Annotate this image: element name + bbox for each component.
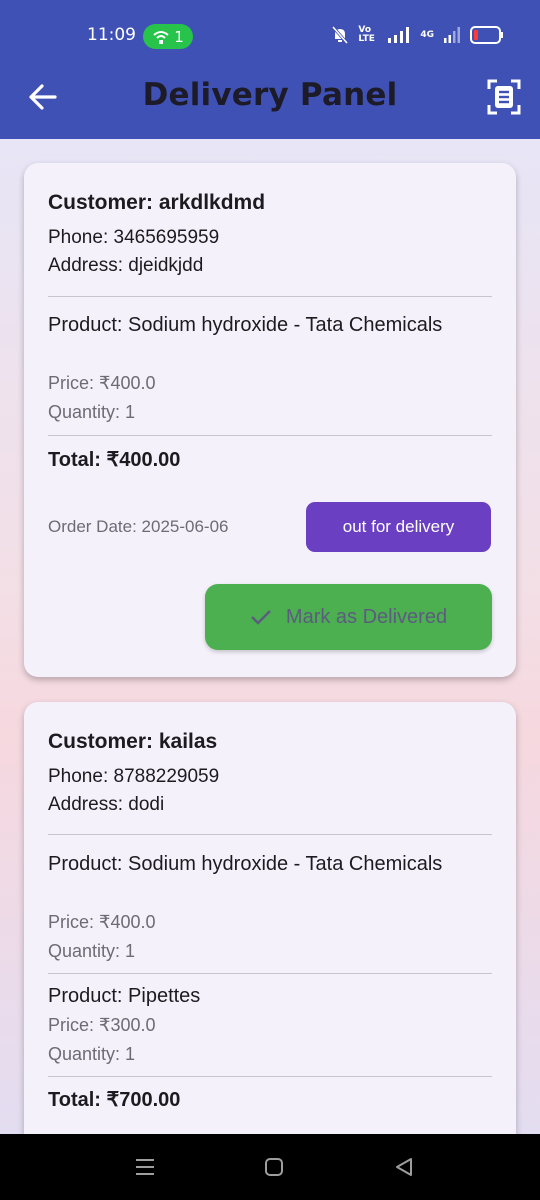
hotspot-indicator: 1 (143, 24, 193, 49)
divider (48, 435, 492, 436)
volte-label: Vo LTE (358, 25, 375, 44)
app-bar: Delivery Panel (0, 60, 540, 139)
product-quantity: Quantity: 1 (48, 941, 136, 961)
back-nav-icon (396, 1158, 412, 1176)
mark-delivered-button[interactable]: Mark as Delivered (205, 584, 492, 650)
product-price: Price: ₹400.0 (48, 912, 156, 932)
order-card: Customer: arkdlkdmd Phone: 3465695959 Ad… (24, 163, 516, 677)
product-quantity: Quantity: 1 (48, 402, 136, 422)
customer-name: Customer: kailas (48, 730, 218, 753)
menu-nav-icon (136, 1159, 154, 1175)
system-nav-bar (0, 1134, 540, 1200)
signal-icon (388, 27, 410, 43)
battery-icon (470, 26, 503, 44)
back-nav-button[interactable] (389, 1152, 419, 1182)
order-card: Customer: kailas Phone: 8788229059 Addre… (24, 702, 516, 1134)
status-time: 11:09 (87, 25, 136, 45)
wifi-hotspot-icon (153, 30, 169, 44)
divider (48, 834, 492, 835)
scan-document-icon (487, 79, 521, 115)
divider (48, 1076, 492, 1077)
home-nav-icon (265, 1158, 283, 1176)
product-name: Product: Sodium hydroxide - Tata Chemica… (48, 853, 443, 875)
customer-address: Address: dodi (48, 794, 165, 815)
product-quantity: Quantity: 1 (48, 1044, 136, 1064)
customer-address: Address: djeidkjdd (48, 255, 204, 276)
hotspot-count: 1 (174, 27, 184, 46)
status-bar: 11:09 1 Vo LTE 4G (0, 0, 540, 60)
order-total: Total: ₹400.00 (48, 449, 181, 471)
product-price: Price: ₹300.0 (48, 1015, 156, 1035)
scan-button[interactable] (486, 78, 522, 116)
orders-list[interactable]: Customer: arkdlkdmd Phone: 3465695959 Ad… (0, 139, 540, 1134)
check-icon (251, 610, 271, 625)
product-name: Product: Sodium hydroxide - Tata Chemica… (48, 314, 443, 336)
status-icons: Vo LTE 4G (332, 26, 504, 44)
divider (48, 296, 492, 297)
network-label: 4G (420, 29, 434, 40)
product-name: Product: Pipettes (48, 985, 201, 1007)
mark-delivered-label: Mark as Delivered (285, 605, 448, 628)
home-nav-button[interactable] (259, 1152, 289, 1182)
divider (48, 973, 492, 974)
status-chip[interactable]: out for delivery (306, 502, 491, 552)
customer-phone: Phone: 8788229059 (48, 766, 220, 787)
customer-phone: Phone: 3465695959 (48, 227, 220, 248)
recents-nav-button[interactable] (130, 1152, 160, 1182)
signal-2-icon (444, 27, 460, 43)
order-date: Order Date: 2025-06-06 (48, 517, 229, 536)
bell-off-icon (332, 26, 349, 44)
page-title: Delivery Panel (142, 77, 398, 113)
order-total: Total: ₹700.00 (48, 1089, 181, 1111)
product-price: Price: ₹400.0 (48, 373, 156, 393)
customer-name: Customer: arkdlkdmd (48, 191, 266, 214)
